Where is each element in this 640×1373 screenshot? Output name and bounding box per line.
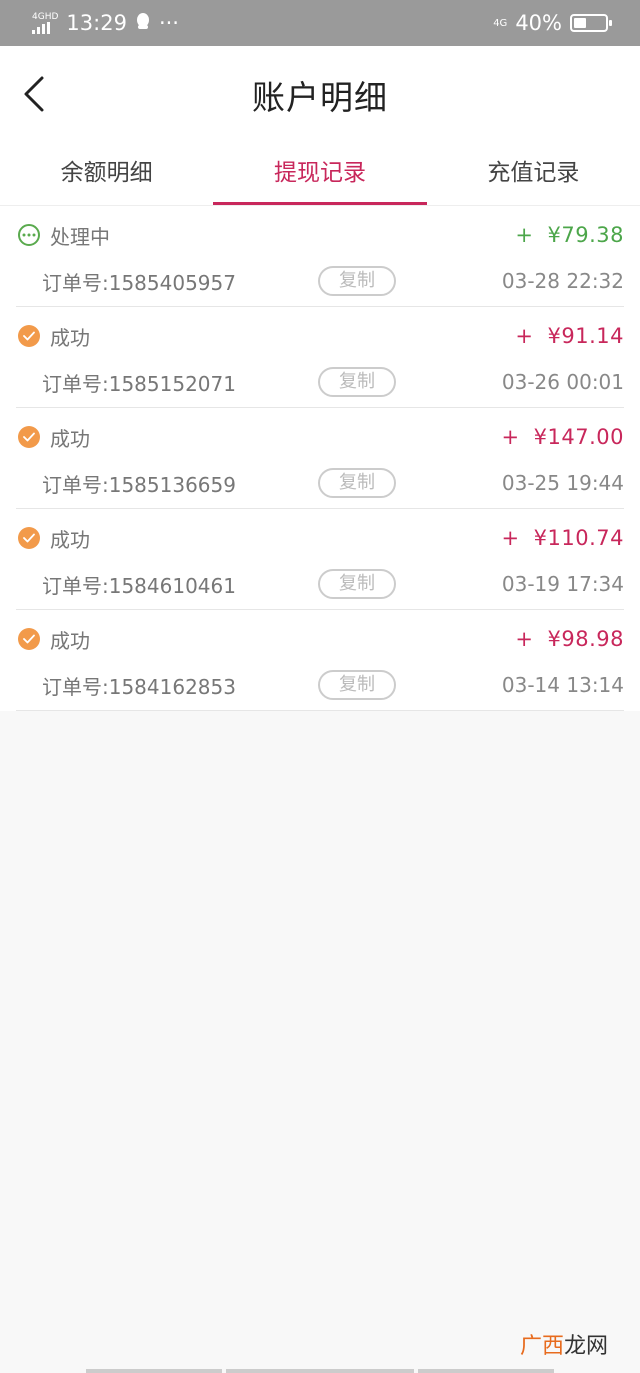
- status-label: 成功: [50, 527, 90, 552]
- chevron-left-icon: [24, 76, 44, 112]
- nav-bar: 账户明细: [0, 46, 640, 144]
- tab-withdraw-records[interactable]: 提现记录: [213, 144, 427, 205]
- record-list: 处理中 + ¥79.38 订单号:1585405957 复制 03-28 22:3…: [0, 206, 640, 711]
- home-indicator: [0, 1369, 640, 1373]
- list-item: 成功 + ¥147.00 订单号:1585136659 复制 03-25 19:4…: [16, 408, 624, 509]
- amount-value: ¥110.74: [533, 526, 624, 550]
- status-bar: 4GHD 13:29 ··· 4G 40%: [0, 0, 640, 46]
- plus-sign: +: [501, 425, 520, 449]
- empty-area: [0, 711, 640, 1361]
- copy-button[interactable]: 复制: [318, 670, 396, 700]
- signal-indicator: 4GHD: [32, 11, 59, 34]
- plus-sign: +: [515, 627, 534, 651]
- list-item: 成功 + ¥91.14 订单号:1585152071 复制 03-26 00:01: [16, 307, 624, 408]
- order-number: 订单号:1584610461: [42, 573, 236, 598]
- order-number: 订单号:1585405957: [42, 270, 236, 295]
- copy-button[interactable]: 复制: [318, 266, 396, 296]
- record-time: 03-26 00:01: [501, 370, 624, 394]
- signal-icon: [32, 21, 50, 34]
- order-number: 订单号:1584162853: [42, 674, 236, 699]
- battery-icon: [570, 14, 612, 32]
- amount-value: ¥98.98: [547, 627, 624, 651]
- record-time: 03-25 19:44: [501, 471, 624, 495]
- amount: + ¥98.98: [515, 627, 624, 651]
- amount-value: ¥79.38: [547, 223, 624, 247]
- order-number: 订单号:1585152071: [42, 371, 236, 396]
- check-icon: [18, 628, 40, 650]
- list-item: 成功 + ¥98.98 订单号:1584162853 复制 03-14 13:14: [16, 610, 624, 711]
- network-type: 4GHD: [32, 11, 59, 22]
- status-label: 成功: [50, 325, 90, 350]
- plus-sign: +: [501, 526, 520, 550]
- amount: + ¥147.00: [502, 425, 624, 449]
- status-time: 13:29: [66, 11, 127, 35]
- amount: + ¥91.14: [515, 324, 624, 348]
- list-item: 处理中 + ¥79.38 订单号:1585405957 复制 03-28 22:3…: [16, 206, 624, 307]
- record-time: 03-28 22:32: [501, 269, 624, 293]
- amount-value: ¥147.00: [533, 425, 624, 449]
- check-icon: [18, 325, 40, 347]
- copy-button[interactable]: 复制: [318, 569, 396, 599]
- plus-sign: +: [515, 324, 534, 348]
- tab-bar: 余额明细 提现记录 充值记录: [0, 144, 640, 206]
- status-label: 处理中: [50, 224, 110, 249]
- watermark: 广西 龙网: [520, 1328, 608, 1360]
- plus-sign: +: [515, 223, 534, 247]
- battery-percent: 40%: [515, 11, 562, 35]
- page-title: 账户明细: [252, 78, 388, 117]
- status-label: 成功: [50, 628, 90, 653]
- pending-icon: [18, 224, 40, 246]
- back-button[interactable]: [18, 72, 58, 116]
- qq-icon: [135, 11, 151, 35]
- amount: + ¥79.38: [515, 223, 624, 247]
- watermark-part2: 龙网: [563, 1334, 608, 1359]
- tab-balance-details[interactable]: 余额明细: [0, 144, 213, 205]
- record-time: 03-14 13:14: [501, 673, 624, 697]
- check-icon: [18, 426, 40, 448]
- tab-recharge-records[interactable]: 充值记录: [427, 144, 640, 205]
- order-number: 订单号:1585136659: [42, 472, 236, 497]
- copy-button[interactable]: 复制: [318, 468, 396, 498]
- amount: + ¥110.74: [502, 526, 624, 550]
- right-network-type: 4G: [493, 17, 508, 29]
- check-icon: [18, 527, 40, 549]
- list-item: 成功 + ¥110.74 订单号:1584610461 复制 03-19 17:3…: [16, 509, 624, 610]
- amount-value: ¥91.14: [547, 324, 624, 348]
- watermark-part1: 广西: [519, 1334, 564, 1359]
- copy-button[interactable]: 复制: [318, 367, 396, 397]
- more-notifications-icon: ···: [158, 11, 179, 35]
- record-time: 03-19 17:34: [501, 572, 624, 596]
- status-label: 成功: [50, 426, 90, 451]
